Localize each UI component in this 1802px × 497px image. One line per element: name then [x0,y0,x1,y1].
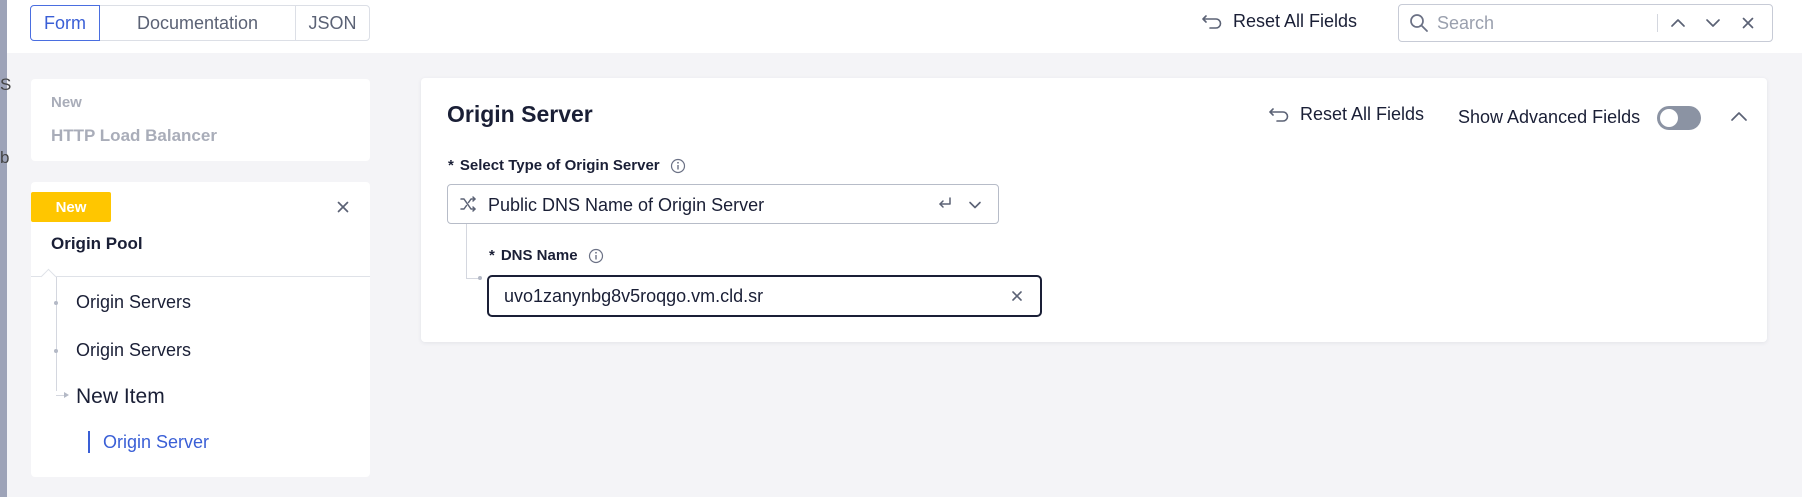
clear-icon[interactable] [1010,289,1024,303]
view-tabs: Form Documentation JSON [30,5,370,41]
dns-name-field[interactable] [487,275,1042,317]
new-label: New [51,94,82,111]
search-divider [1657,14,1658,32]
search-input[interactable] [1437,11,1617,35]
dns-name-label-text: DNS Name [500,247,578,264]
cut-off-text: S [0,75,12,94]
load-balancer-title: HTTP Load Balancer [51,126,217,145]
undo-icon [1268,105,1290,125]
new-badge: New [31,192,111,222]
tree-node-dot [54,301,58,305]
chevron-down-icon[interactable] [968,198,982,210]
dns-name-label: * DNS Name [489,247,604,264]
field-connector-dot [478,276,482,280]
show-advanced-fields-label: Show Advanced Fields [1458,107,1641,127]
next-match-icon[interactable] [1704,14,1722,32]
tab-documentation[interactable]: Documentation [99,5,296,41]
field-connector [466,224,467,278]
origin-type-label-text: Select Type of Origin Server [459,157,660,174]
undo-icon [1201,12,1223,32]
tree-arrow-icon [64,392,69,398]
tab-form[interactable]: Form [30,5,100,41]
search-box [1398,4,1773,42]
previous-match-icon[interactable] [1669,14,1687,32]
top-toolbar: Form Documentation JSON Reset All Fields [7,0,1802,53]
close-icon[interactable] [335,199,351,215]
chevron-up-icon[interactable] [1730,109,1748,125]
origin-pool-title: Origin Pool [51,234,143,253]
divider [31,276,370,277]
nav-item-origin-servers[interactable]: Origin Servers [76,292,191,313]
undo-icon[interactable] [936,196,954,212]
origin-type-value: Public DNS Name of Origin Server [488,195,765,215]
load-balancer-card[interactable]: New HTTP Load Balancer [31,79,370,161]
origin-pool-card: New Origin Pool Origin Servers Origin Se… [31,182,370,477]
show-advanced-fields-toggle[interactable] [1657,106,1701,130]
origin-type-label: * Select Type of Origin Server [448,157,686,174]
required-mark: * [489,247,495,264]
tree-node-dot [54,349,58,353]
divider-notch [40,268,57,285]
reset-all-fields-label: Reset All Fields [1233,11,1358,31]
required-mark: * [448,157,454,174]
toggle-knob [1660,109,1678,127]
nav-item-origin-server[interactable]: Origin Server [103,432,209,453]
panel-reset-label: Reset All Fields [1300,104,1425,124]
tab-json[interactable]: JSON [295,5,370,41]
shuffle-icon [459,195,477,213]
search-icon [1409,13,1429,33]
tree-connector [56,277,57,391]
close-search-icon[interactable] [1739,14,1757,32]
origin-server-panel: Origin Server Reset All Fields Show Adva… [421,78,1767,342]
cut-off-text: b [0,148,10,167]
reset-all-fields-button[interactable]: Reset All Fields [1201,11,1357,32]
info-icon[interactable] [588,248,604,264]
origin-type-select[interactable]: Public DNS Name of Origin Server [447,184,999,224]
nav-item-origin-servers[interactable]: Origin Servers [76,340,191,361]
dns-name-input[interactable] [504,285,984,307]
panel-reset-all-fields-button[interactable]: Reset All Fields [1268,104,1424,125]
panel-title: Origin Server [447,101,593,127]
nav-item-new-item[interactable]: New Item [76,385,165,409]
active-indicator [88,431,90,453]
info-icon[interactable] [670,158,686,174]
